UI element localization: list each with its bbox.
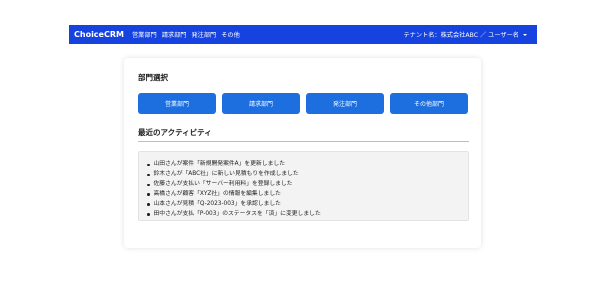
- activity-text: 田中さんが支払「P-003」のステータスを「済」に変更しました: [153, 210, 321, 217]
- department-buttons: 営業部門 請求部門 発注部門 その他部門: [138, 93, 468, 114]
- nav-link-billing[interactable]: 請求部門: [162, 30, 187, 39]
- activity-section-title: 最近のアクティビティ: [138, 128, 212, 137]
- department-section-title: 部門選択: [138, 73, 168, 82]
- bullet-icon: [147, 183, 150, 187]
- nav-links: 営業部門 請求部門 発注部門 その他: [132, 30, 240, 39]
- bullet-icon: [147, 193, 150, 196]
- list-item: 田中さんが支払「P-003」のステータスを「済」に変更しました: [147, 210, 468, 220]
- user-menu-dropdown[interactable]: テナント名：株式会社ABC ／ ユーザー名: [403, 30, 527, 39]
- section-divider: [138, 141, 469, 142]
- billing-department-button[interactable]: 請求部門: [222, 93, 300, 114]
- list-item: 高橋さんが顧客「XYZ社」の情報を編集しました: [147, 190, 468, 200]
- navbar: ChoiceCRM 営業部門 請求部門 発注部門 その他 テナント名：株式会社A…: [69, 25, 537, 44]
- nav-link-other[interactable]: その他: [221, 30, 240, 39]
- activity-text: 高橋さんが顧客「XYZ社」の情報を編集しました: [153, 190, 281, 197]
- tenant-user-label: テナント名：株式会社ABC ／ ユーザー名: [403, 32, 520, 39]
- bullet-icon: [147, 203, 150, 206]
- brand-logo[interactable]: ChoiceCRM: [74, 30, 124, 39]
- chevron-down-icon: [523, 33, 527, 36]
- list-item: 山田さんが案件「新規開発案件A」を更新しました: [147, 160, 468, 170]
- list-item: 山本さんが見積「Q-2023-003」を承認しました: [147, 200, 468, 210]
- activity-list: 山田さんが案件「新規開発案件A」を更新しました 鈴木さんが「ABC社」に新しい見…: [139, 152, 468, 219]
- nav-link-ordering[interactable]: 発注部門: [191, 30, 216, 39]
- activity-text: 鈴木さんが「ABC社」に新しい見積もりを作成しました: [153, 170, 299, 177]
- list-item: 鈴木さんが「ABC社」に新しい見積もりを作成しました: [147, 170, 468, 180]
- activity-text: 山本さんが見積「Q-2023-003」を承認しました: [153, 200, 281, 207]
- activity-text: 佐藤さんが支払い「サーバー利用料」を登録しました: [153, 180, 293, 187]
- other-department-button[interactable]: その他部門: [390, 93, 468, 114]
- ordering-department-button[interactable]: 発注部門: [306, 93, 384, 114]
- activity-text: 山田さんが案件「新規開発案件A」を更新しました: [153, 161, 286, 167]
- sales-department-button[interactable]: 営業部門: [138, 93, 216, 114]
- bullet-icon: [147, 213, 150, 216]
- activity-list-panel: 山田さんが案件「新規開発案件A」を更新しました 鈴木さんが「ABC社」に新しい見…: [138, 151, 469, 221]
- bullet-icon: [147, 163, 150, 167]
- main-card: 部門選択 営業部門 請求部門 発注部門 その他部門 最近のアクティビティ 山田さ…: [124, 58, 481, 248]
- page: ChoiceCRM 営業部門 請求部門 発注部門 その他 テナント名：株式会社A…: [0, 0, 605, 283]
- bullet-icon: [147, 173, 150, 177]
- nav-link-sales[interactable]: 営業部門: [132, 30, 157, 39]
- list-item: 佐藤さんが支払い「サーバー利用料」を登録しました: [147, 180, 468, 190]
